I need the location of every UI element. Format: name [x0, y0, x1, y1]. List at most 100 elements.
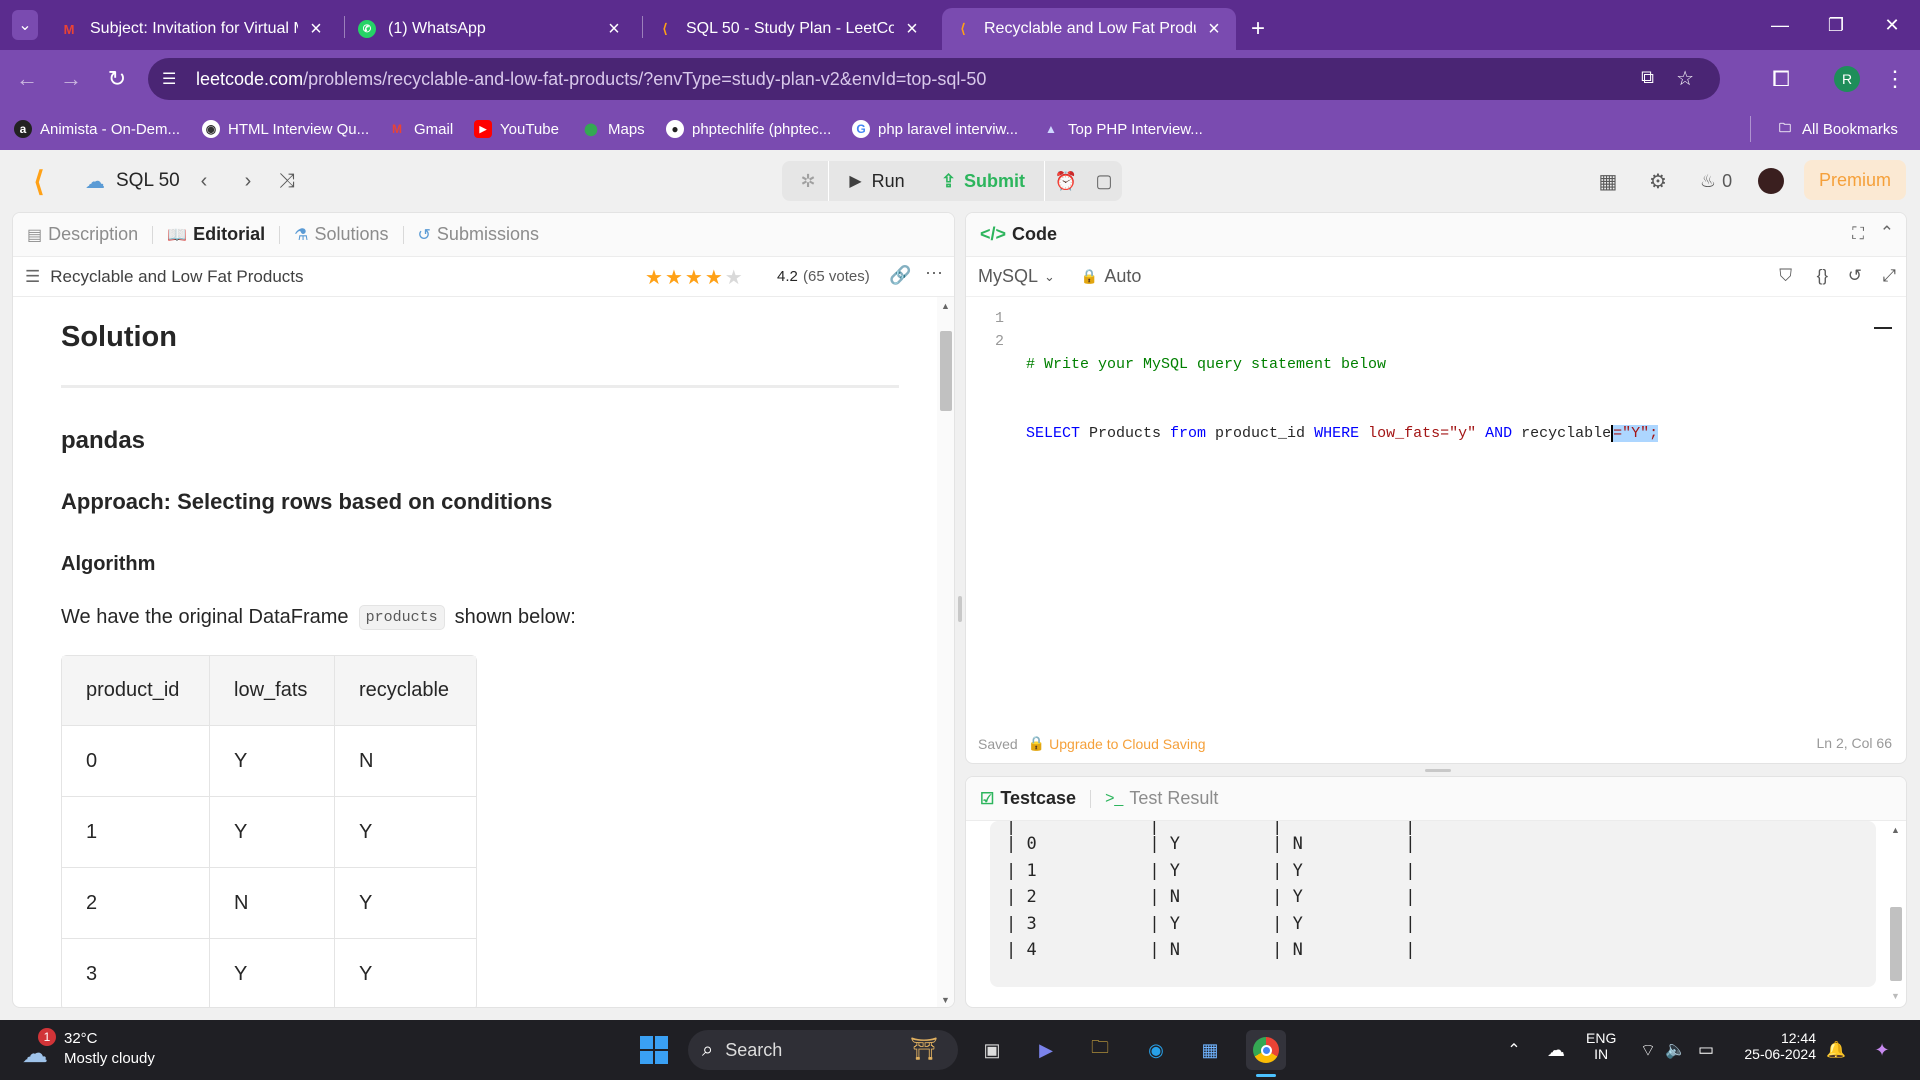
link-icon[interactable]: 🔗 [889, 265, 911, 286]
testcase-scrollbar[interactable]: ▲ ▼ [1888, 821, 1904, 1007]
checkbox-icon: ☑ [980, 790, 995, 808]
bookmark-phptechlife[interactable]: ● phptechlife (phptec... [666, 118, 831, 140]
forward-button[interactable]: → [52, 60, 90, 98]
battery-icon[interactable]: ▭ [1686, 1030, 1726, 1070]
expand-icon[interactable]: ⤢ [1882, 266, 1896, 286]
translate-icon[interactable]: ⧉ [1641, 67, 1654, 88]
next-problem-icon[interactable]: › [236, 164, 260, 198]
address-bar[interactable]: ☰ leetcode.com/problems/recyclable-and-l… [148, 58, 1720, 100]
close-tab-icon[interactable]: × [1204, 18, 1224, 41]
study-plan-title[interactable]: SQL 50 [116, 164, 180, 198]
task-view-icon[interactable]: ▣ [972, 1030, 1012, 1070]
testcase-input-box[interactable]: | | | | | 0 | Y | N | | 1 | Y | Y | | 2 … [990, 821, 1876, 987]
bookmark-youtube[interactable]: ▶ YouTube [474, 118, 559, 140]
lock-icon: 🔒 [1080, 268, 1099, 284]
list-icon[interactable]: ☰ [25, 267, 40, 287]
table-cell: Y [210, 726, 335, 797]
tab-search-button[interactable]: ⌄ [12, 10, 38, 40]
close-tab-icon[interactable]: × [306, 18, 326, 41]
scrollbar-thumb[interactable] [1890, 907, 1902, 981]
scroll-down-icon[interactable]: ▼ [1891, 991, 1900, 1001]
weather-widget[interactable]: ☁ 1 [22, 1028, 58, 1068]
profile-avatar[interactable]: R [1834, 66, 1860, 92]
teams-icon[interactable]: ▶ [1026, 1030, 1066, 1070]
bookmark-php-laravel[interactable]: Gphp laravel interviw... [852, 118, 1018, 140]
layout-grid-icon[interactable]: ▦ [1594, 164, 1622, 198]
table-header: product_id [62, 656, 210, 726]
back-button[interactable]: ← [8, 60, 46, 98]
scrollbar-thumb[interactable] [940, 331, 952, 411]
debug-icon[interactable]: ✲ [790, 164, 826, 198]
close-tab-icon[interactable]: × [604, 18, 624, 41]
cloud-icon: ☁ [85, 170, 105, 193]
star-icon: ★ [664, 267, 685, 289]
rating-stars[interactable]: ★★★★★ [645, 265, 745, 290]
browser-tab-whatsapp[interactable]: ✆ (1) WhatsApp × [346, 8, 636, 50]
onedrive-icon[interactable]: ☁ [1536, 1030, 1576, 1070]
fullscreen-icon[interactable]: ⛶ [1852, 224, 1864, 244]
streak-counter[interactable]: ♨ 0 [1692, 164, 1740, 198]
tab-test-result[interactable]: >_ Test Result [1105, 788, 1218, 809]
star-bookmark-icon[interactable]: ☆ [1676, 66, 1694, 91]
restore-button[interactable]: ❐ [1808, 0, 1864, 50]
tab-testcase[interactable]: ☑ Testcase [980, 788, 1076, 809]
scrollbar[interactable]: ▲ ▼ [937, 297, 954, 1007]
bookmark-animista[interactable]: a Animista - On-Dem... [14, 118, 180, 140]
clock[interactable]: 12:44 25-06-2024 [1736, 1030, 1816, 1062]
tab-solutions[interactable]: ⚗ Solutions [294, 224, 388, 245]
site-info-icon[interactable]: ☰ [162, 69, 182, 89]
format-braces-icon[interactable]: {} [1817, 266, 1828, 286]
edge-icon[interactable]: ◉ [1136, 1030, 1176, 1070]
more-icon[interactable]: ⋯ [925, 263, 943, 284]
all-bookmarks-button[interactable]: 🗀 All Bookmarks [1776, 118, 1898, 140]
auto-label[interactable]: Auto [1104, 266, 1141, 287]
close-window-button[interactable]: ✕ [1864, 0, 1920, 50]
bookmark-maps[interactable]: ⬤ Maps [582, 118, 644, 140]
tab-editorial[interactable]: 📖 Editorial [167, 224, 265, 245]
run-button[interactable]: ▶ Run [834, 164, 920, 198]
taskbar-search[interactable]: ⌕ Search ⛩ [688, 1030, 958, 1070]
prev-problem-icon[interactable]: ‹ [192, 164, 216, 198]
premium-button[interactable]: Premium [1804, 160, 1906, 200]
user-avatar[interactable] [1758, 168, 1784, 194]
code-editor[interactable]: # Write your MySQL query statement below… [1026, 307, 1659, 491]
reload-button[interactable]: ↻ [98, 60, 136, 98]
upgrade-link[interactable]: Upgrade to Cloud Saving [1049, 736, 1205, 752]
minimize-button[interactable]: — [1752, 0, 1808, 50]
extensions-icon[interactable]: ⧠ [1762, 60, 1800, 98]
scroll-up-icon[interactable]: ▲ [1891, 825, 1900, 835]
copilot-icon[interactable]: ✦ [1862, 1030, 1902, 1070]
chevron-up-icon[interactable]: ⌃ [1494, 1030, 1534, 1070]
file-explorer-icon[interactable]: 🗀 [1080, 1030, 1120, 1070]
scroll-up-icon[interactable]: ▲ [941, 301, 950, 311]
browser-tab-study-plan[interactable]: ⟨ SQL 50 - Study Plan - LeetCode × [644, 8, 934, 50]
tab-description[interactable]: ▤ Description [27, 224, 138, 245]
close-tab-icon[interactable]: × [902, 18, 922, 41]
notification-bell-icon[interactable]: 🔔 [1816, 1030, 1856, 1070]
bookmark-html-interview[interactable]: ◉ HTML Interview Qu... [202, 118, 369, 140]
vertical-splitter-handle[interactable] [958, 596, 962, 622]
browser-tab-active[interactable]: ⟨ Recyclable and Low Fat Product × [942, 8, 1236, 50]
horizontal-splitter-handle[interactable] [1425, 769, 1451, 772]
language-indicator[interactable]: ENG IN [1586, 1030, 1616, 1062]
tab-submissions[interactable]: ↺ Submissions [418, 224, 539, 245]
scroll-down-icon[interactable]: ▼ [941, 995, 950, 1005]
submit-button[interactable]: ⇪ Submit [926, 164, 1040, 198]
shuffle-icon[interactable]: ⤨ [274, 164, 300, 198]
store-icon[interactable]: ▦ [1190, 1030, 1230, 1070]
collapse-icon[interactable]: ⌃ [1880, 223, 1894, 243]
browser-tab-gmail[interactable]: M Subject: Invitation for Virtual M × [48, 8, 338, 50]
new-tab-button[interactable]: + [1240, 8, 1276, 50]
bookmark-icon[interactable]: ⛉ [1779, 266, 1792, 286]
chrome-icon[interactable] [1246, 1030, 1286, 1070]
leetcode-logo[interactable]: ⟨ [26, 164, 52, 198]
gear-icon[interactable]: ⚙ [1644, 164, 1672, 198]
bookmark-gmail[interactable]: M Gmail [388, 118, 453, 140]
windows-start-icon[interactable] [634, 1030, 674, 1070]
menu-kebab-icon[interactable]: ⋮ [1876, 60, 1914, 98]
alarm-icon[interactable]: ⏰ [1048, 164, 1084, 198]
language-select[interactable]: MySQL [978, 266, 1038, 287]
notes-icon[interactable]: ▢ [1086, 164, 1122, 198]
reset-icon[interactable]: ↺ [1848, 266, 1862, 286]
bookmark-top-php[interactable]: ▲ Top PHP Interview... [1042, 118, 1203, 140]
